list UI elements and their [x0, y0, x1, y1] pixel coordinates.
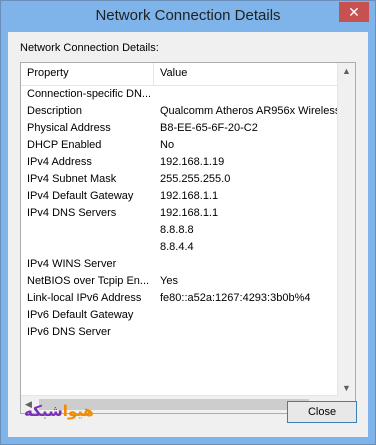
table-row[interactable]: IPv4 Default Gateway 192.168.1.1: [21, 188, 355, 205]
close-icon[interactable]: ✕: [339, 2, 369, 22]
network-details-window: Network Connection Details ✕ Network Con…: [0, 0, 376, 445]
table-row[interactable]: Description Qualcomm Atheros AR956x Wirel…: [21, 103, 355, 120]
scroll-down-icon[interactable]: ▼: [342, 383, 351, 393]
group-label: Network Connection Details:: [20, 42, 159, 54]
table-row[interactable]: Link-local IPv6 Address fe80::a52a:1267:4…: [21, 290, 355, 307]
logo-part-1: هیوا: [62, 403, 94, 420]
table-row[interactable]: IPv4 WINS Server: [21, 256, 355, 273]
table-row[interactable]: DHCP Enabled No: [21, 137, 355, 154]
property-cell: IPv4 Default Gateway: [27, 190, 134, 202]
close-button[interactable]: Close: [287, 401, 357, 423]
table-row[interactable]: IPv4 Subnet Mask 255.255.255.0: [21, 171, 355, 188]
property-cell: IPv6 DNS Server: [27, 326, 111, 338]
property-cell: Connection-specific DN...: [27, 88, 152, 100]
table-row[interactable]: IPv6 Default Gateway: [21, 307, 355, 324]
window-title: Network Connection Details: [95, 7, 281, 24]
value-cell: No: [160, 139, 175, 151]
table-row[interactable]: Physical Address B8-EE-65-6F-20-C2: [21, 120, 355, 137]
vertical-scrollbar[interactable]: ▲ ▼: [337, 63, 355, 396]
property-cell: Physical Address: [27, 122, 111, 134]
hiva-shabakeh-logo: هیواشبکه: [24, 402, 94, 420]
value-cell: 192.168.1.19: [160, 156, 225, 168]
title-bar[interactable]: Network Connection Details ✕: [1, 1, 375, 31]
property-cell: IPv6 Default Gateway: [27, 309, 134, 321]
table-row[interactable]: IPv4 DNS Servers 192.168.1.1: [21, 205, 355, 222]
property-cell: DHCP Enabled: [27, 139, 102, 151]
column-header-value[interactable]: Value: [160, 67, 187, 79]
property-cell: IPv4 Subnet Mask: [27, 173, 117, 185]
table-row[interactable]: IPv4 Address 192.168.1.19: [21, 154, 355, 171]
property-cell: NetBIOS over Tcpip En...: [27, 275, 150, 287]
column-separator[interactable]: [153, 63, 154, 85]
scroll-up-icon[interactable]: ▲: [342, 66, 351, 76]
value-cell: B8-EE-65-6F-20-C2: [160, 122, 258, 134]
property-cell: Description: [27, 105, 83, 117]
details-listview[interactable]: Property Value Connection-specific DN...…: [20, 62, 356, 414]
value-cell: 8.8.8.8: [160, 224, 194, 236]
value-cell: Qualcomm Atheros AR956x Wireless Netw: [160, 105, 350, 117]
value-cell: 192.168.1.1: [160, 190, 219, 202]
list-rows: Connection-specific DN... Description Qual…: [21, 86, 355, 341]
property-cell: IPv4 WINS Server: [27, 258, 117, 270]
table-row[interactable]: Connection-specific DN...: [21, 86, 355, 103]
value-cell: fe80::a52a:1267:4293:3b0b%4: [160, 292, 311, 304]
value-cell: 8.8.4.4: [160, 241, 194, 253]
value-cell: Yes: [160, 275, 178, 287]
property-cell: Link-local IPv6 Address: [27, 292, 142, 304]
table-row[interactable]: NetBIOS over Tcpip En... Yes: [21, 273, 355, 290]
value-cell: 255.255.255.0: [160, 173, 231, 185]
table-row[interactable]: IPv6 DNS Server: [21, 324, 355, 341]
dialog-client: Network Connection Details: Property Val…: [8, 32, 368, 437]
logo-part-2: شبکه: [24, 403, 63, 420]
list-header: Property Value: [21, 63, 355, 86]
table-row[interactable]: 8.8.4.4: [21, 239, 355, 256]
column-header-property[interactable]: Property: [27, 67, 69, 79]
value-cell: 192.168.1.1: [160, 207, 219, 219]
table-row[interactable]: 8.8.8.8: [21, 222, 355, 239]
property-cell: IPv4 DNS Servers: [27, 207, 117, 219]
property-cell: IPv4 Address: [27, 156, 92, 168]
